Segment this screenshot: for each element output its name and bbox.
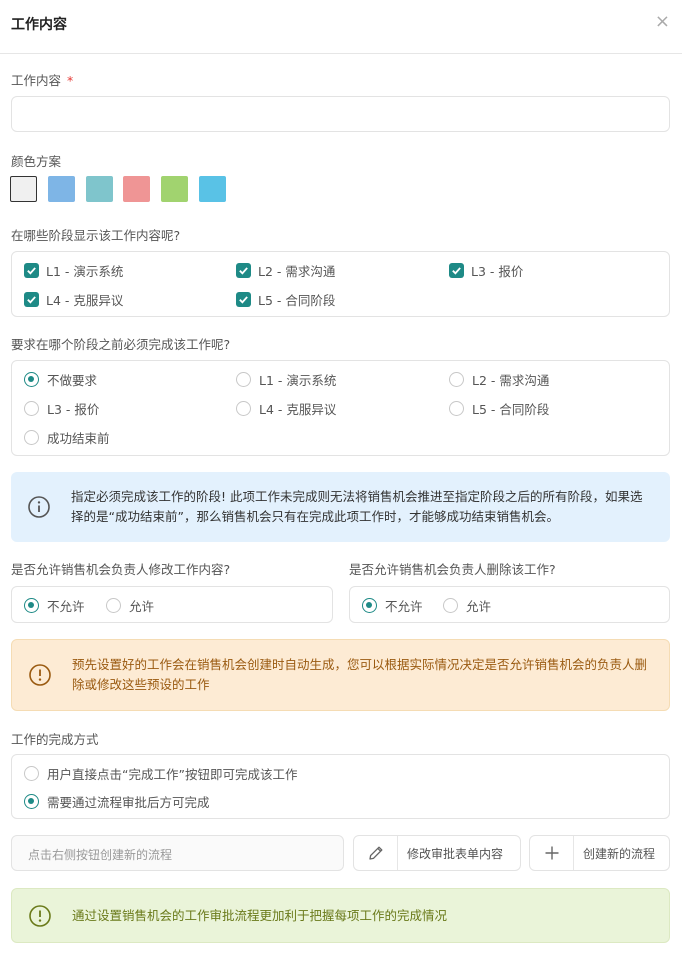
radio-selected-icon: [24, 597, 39, 613]
color-swatch[interactable]: [86, 176, 113, 202]
success-alert-text: 通过设置销售机会的工作审批流程更加利于把握每项工作的完成情况: [72, 907, 448, 923]
radio-option[interactable]: 用户直接点击“完成工作”按钮即可完成该工作: [24, 764, 297, 782]
radio-option[interactable]: 允许: [106, 596, 154, 614]
info-circle-icon: [28, 496, 50, 518]
radio-icon: [236, 400, 251, 416]
radio-option[interactable]: L3 - 报价: [24, 399, 99, 417]
radio-icon: [24, 400, 39, 416]
warning-alert-text: 预先设置好的工作会在销售机会创建时自动生成，您可以根据实际情况决定是否允许销售机…: [72, 657, 648, 692]
radio-selected-icon: [24, 793, 39, 809]
radio-label: 允许: [466, 598, 492, 614]
radio-label: L5 - 合同阶段: [472, 401, 550, 417]
radio-option[interactable]: 不做要求: [24, 370, 97, 388]
allow-delete-box: 不允许 允许: [349, 586, 670, 623]
success-alert: 通过设置销售机会的工作审批流程更加利于把握每项工作的完成情况: [11, 888, 670, 943]
radio-icon: [24, 765, 39, 781]
radio-option[interactable]: 成功结束前: [24, 428, 110, 446]
radio-label: 允许: [129, 598, 155, 614]
radio-icon: [236, 371, 251, 387]
show-stages-box: L1 - 演示系统 L2 - 需求沟通 L3 - 报价 L4 - 克服异议 L5…: [11, 251, 670, 317]
radio-selected-icon: [24, 371, 39, 387]
radio-label: 需要通过流程审批后方可完成: [47, 794, 210, 810]
flow-field[interactable]: 点击右侧按钮创建新的流程: [11, 835, 344, 871]
radio-label: 不做要求: [47, 372, 98, 388]
radio-option[interactable]: L5 - 合同阶段: [449, 399, 549, 417]
content-input[interactable]: [11, 96, 670, 132]
radio-option[interactable]: L4 - 克服异议: [236, 399, 336, 417]
color-swatch[interactable]: [48, 176, 75, 202]
must-complete-box: 不做要求 L1 - 演示系统 L2 - 需求沟通 L3 - 报价 L4 - 克服…: [11, 360, 670, 456]
radio-icon: [449, 371, 464, 387]
checkbox-label: L3 - 报价: [471, 263, 524, 279]
content-label: 工作内容 *: [11, 70, 73, 89]
create-flow-button[interactable]: 创建新的流程: [529, 835, 670, 871]
radio-option[interactable]: 需要通过流程审批后方可完成: [24, 792, 210, 810]
checkbox-checked-icon: [236, 291, 251, 307]
info-circle-icon: [29, 664, 51, 686]
allow-modify-label: 是否允许销售机会负责人修改工作内容?: [11, 562, 231, 577]
create-flow-label: 创建新的流程: [583, 846, 656, 861]
radio-label: L2 - 需求沟通: [472, 372, 550, 388]
warning-alert: 预先设置好的工作会在销售机会创建时自动生成，您可以根据实际情况决定是否允许销售机…: [11, 639, 670, 711]
allow-modify-box: 不允许 允许: [11, 586, 333, 623]
required-mark: *: [67, 73, 74, 88]
checkbox-option[interactable]: L5 - 合同阶段: [236, 290, 335, 308]
checkbox-label: L1 - 演示系统: [46, 263, 124, 279]
info-alert-text: 指定必须完成该工作的阶段! 此项工作未完成则无法将销售机会推进至指定阶段之后的所…: [71, 489, 643, 524]
checkbox-checked-icon: [24, 291, 39, 307]
color-swatch[interactable]: [10, 176, 37, 202]
color-scheme-label: 颜色方案: [11, 154, 62, 169]
radio-label: L1 - 演示系统: [259, 372, 337, 388]
show-stages-label: 在哪些阶段显示该工作内容呢?: [11, 228, 181, 243]
checkbox-checked-icon: [236, 262, 251, 278]
dialog-title: 工作内容: [11, 17, 67, 33]
radio-icon: [443, 597, 458, 613]
plus-icon: [530, 836, 574, 870]
radio-label: 成功结束前: [47, 430, 110, 446]
checkbox-checked-icon: [449, 262, 464, 278]
checkbox-option[interactable]: L3 - 报价: [449, 261, 523, 279]
radio-option[interactable]: L1 - 演示系统: [236, 370, 336, 388]
flow-placeholder: 点击右侧按钮创建新的流程: [28, 848, 173, 862]
radio-selected-icon: [362, 597, 377, 613]
radio-option[interactable]: 不允许: [24, 596, 85, 614]
info-circle-icon: [29, 904, 51, 927]
completion-box: 用户直接点击“完成工作”按钮即可完成该工作 需要通过流程审批后方可完成: [11, 754, 670, 819]
checkbox-label: L4 - 克服异议: [46, 292, 124, 308]
radio-icon: [106, 597, 121, 613]
checkbox-option[interactable]: L1 - 演示系统: [24, 261, 123, 279]
radio-label: 不允许: [47, 598, 85, 614]
radio-label: L3 - 报价: [47, 401, 100, 417]
radio-label: L4 - 克服异议: [259, 401, 337, 417]
radio-icon: [24, 429, 39, 445]
radio-label: 不允许: [385, 598, 423, 614]
dialog-header: 工作内容 ×: [0, 0, 682, 54]
color-swatch[interactable]: [123, 176, 150, 202]
radio-icon: [449, 400, 464, 416]
radio-option[interactable]: L2 - 需求沟通: [449, 370, 549, 388]
checkbox-label: L2 - 需求沟通: [258, 263, 336, 279]
color-swatch[interactable]: [199, 176, 226, 202]
allow-delete-label: 是否允许销售机会负责人删除该工作?: [349, 562, 556, 577]
radio-option[interactable]: 不允许: [362, 596, 423, 614]
color-swatch[interactable]: [161, 176, 188, 202]
checkbox-option[interactable]: L2 - 需求沟通: [236, 261, 335, 279]
checkbox-checked-icon: [24, 262, 39, 278]
content-label-text: 工作内容: [11, 73, 62, 88]
edit-approval-form-button[interactable]: 修改审批表单内容: [353, 835, 521, 871]
radio-label: 用户直接点击“完成工作”按钮即可完成该工作: [47, 766, 298, 782]
radio-option[interactable]: 允许: [443, 596, 491, 614]
checkbox-option[interactable]: L4 - 克服异议: [24, 290, 123, 308]
edit-approval-form-label: 修改审批表单内容: [407, 846, 504, 861]
close-icon[interactable]: ×: [655, 12, 670, 32]
pencil-icon: [354, 836, 398, 870]
checkbox-label: L5 - 合同阶段: [258, 292, 336, 308]
completion-label: 工作的完成方式: [11, 732, 99, 747]
info-alert: 指定必须完成该工作的阶段! 此项工作未完成则无法将销售机会推进至指定阶段之后的所…: [11, 472, 670, 542]
must-complete-label: 要求在哪个阶段之前必须完成该工作呢?: [11, 337, 231, 352]
